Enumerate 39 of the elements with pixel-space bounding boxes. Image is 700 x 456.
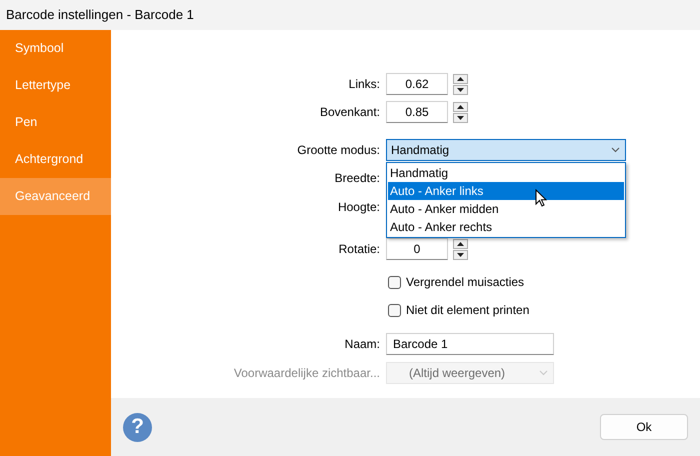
chevron-icon [539, 370, 548, 376]
spin-down-button[interactable] [453, 84, 468, 94]
spin-down-button[interactable] [453, 250, 468, 260]
checkbox[interactable] [388, 276, 401, 288]
number-field[interactable]: 0.62 [386, 73, 448, 95]
dropdown[interactable]: Handmatig [386, 139, 626, 161]
field-label: Hoogte: [336, 199, 381, 216]
chevron-icon [611, 147, 620, 153]
spin-up-button[interactable] [453, 238, 468, 248]
spin-up-button[interactable] [453, 74, 468, 84]
field-label: Bovenkant: [318, 104, 381, 121]
down-triangle-icon [457, 252, 464, 256]
field-label: Naam: [344, 336, 381, 353]
up-triangle-icon [457, 76, 464, 80]
checkbox[interactable] [388, 304, 401, 316]
number-field[interactable]: 0.85 [386, 101, 448, 123]
spin-down-button[interactable] [453, 112, 468, 122]
checkbox-label: Vergrendel muisacties [406, 274, 524, 291]
ok-button[interactable]: Ok [600, 414, 688, 440]
window-title: Barcode instellingen - Barcode 1 [6, 6, 194, 24]
field-label: Rotatie: [338, 241, 381, 258]
up-triangle-icon [457, 104, 464, 108]
down-triangle-icon [457, 116, 464, 120]
number-field[interactable]: 0 [386, 238, 448, 260]
mouse-cursor-icon [535, 189, 547, 207]
name-field[interactable]: Barcode 1 [386, 333, 554, 355]
dropdown-option[interactable]: Auto - Anker rechts [388, 218, 624, 236]
field-label: Voorwaardelijke zichtbaar... [232, 365, 381, 382]
spin-up-button[interactable] [453, 102, 468, 112]
help-icon[interactable]: ? [123, 412, 152, 442]
field-label: Breedte: [334, 170, 381, 187]
dropdown-option[interactable]: Auto - Anker midden [388, 200, 624, 218]
up-triangle-icon [457, 242, 464, 246]
checkbox-label: Niet dit element printen [406, 302, 530, 319]
dropdown-option[interactable]: Handmatig [388, 164, 624, 182]
dropdown-option[interactable]: Auto - Anker links [388, 182, 624, 200]
down-triangle-icon [457, 88, 464, 92]
field-label: Links: [348, 76, 381, 93]
field-label: Grootte modus: [296, 142, 381, 159]
